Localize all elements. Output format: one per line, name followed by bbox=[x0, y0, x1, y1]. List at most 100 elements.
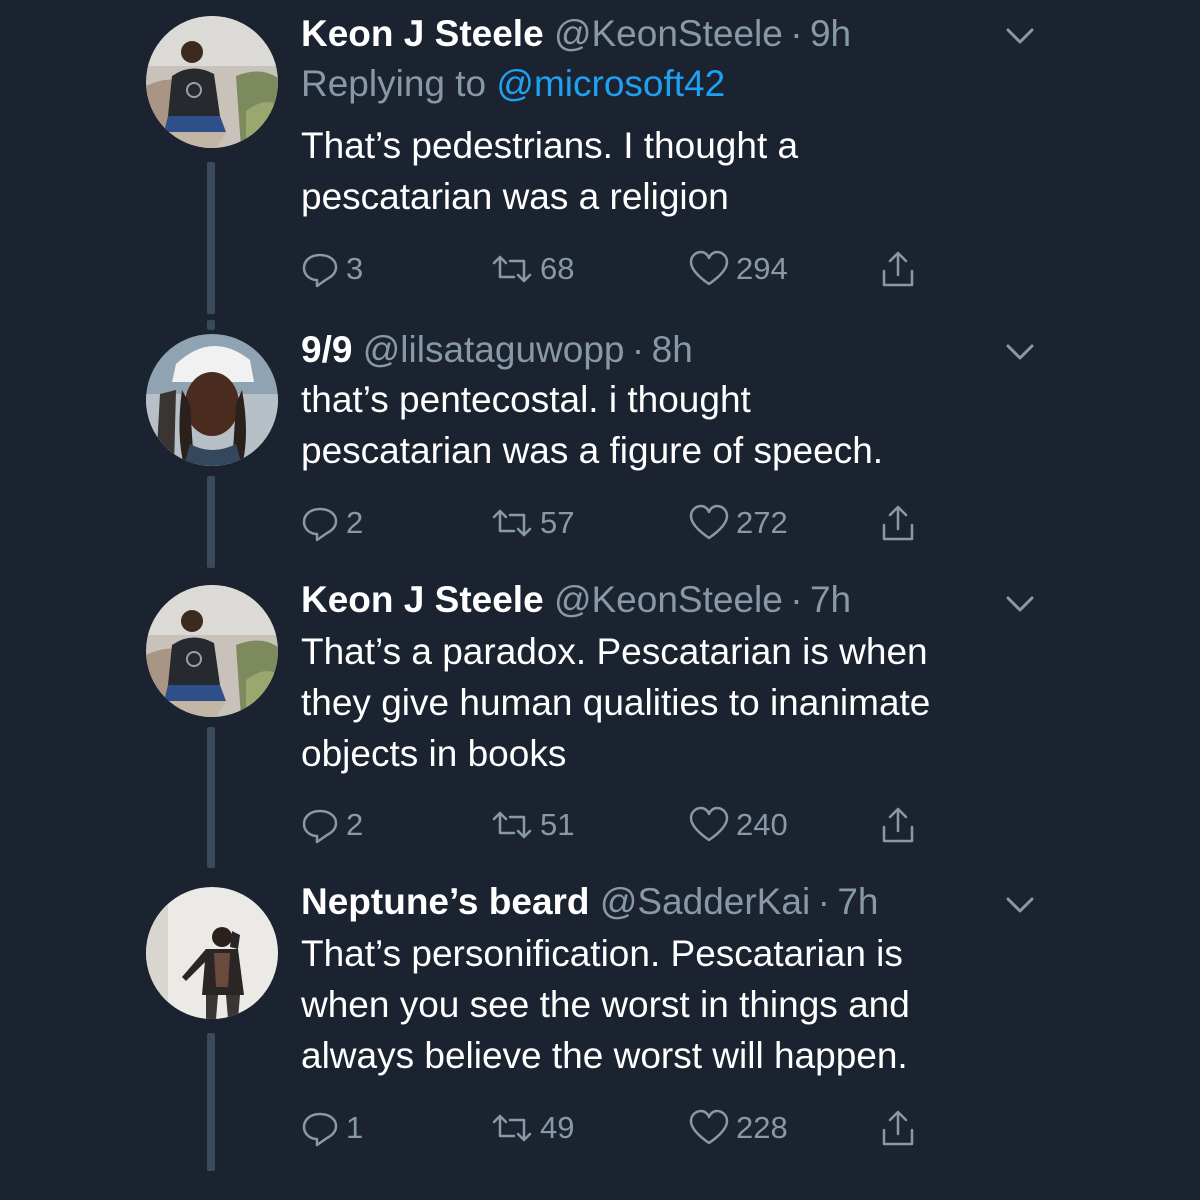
share-icon bbox=[882, 1110, 914, 1146]
tweet-actions: 2 51 240 bbox=[300, 803, 940, 847]
avatar[interactable] bbox=[146, 16, 278, 148]
tweet-text-line: that’s pentecostal. i thought bbox=[301, 379, 751, 420]
tweet-header: 9/9 @lilsataguwopp · 8h bbox=[301, 328, 693, 372]
retweet-icon bbox=[492, 255, 532, 283]
tweet-text: That’s pedestrians. I thought a pescatar… bbox=[301, 120, 1061, 222]
reply-button[interactable]: 3 bbox=[300, 247, 363, 291]
user-handle[interactable]: @KeonSteele bbox=[554, 579, 783, 620]
reply-button[interactable]: 1 bbox=[300, 1106, 363, 1150]
reply-count: 1 bbox=[346, 1110, 364, 1145]
chevron-down-icon[interactable] bbox=[1002, 592, 1038, 616]
retweet-icon bbox=[492, 1114, 532, 1142]
retweet-button[interactable]: 68 bbox=[490, 247, 574, 291]
thread-connector bbox=[207, 162, 215, 314]
timestamp[interactable]: 7h bbox=[837, 881, 878, 922]
like-count: 272 bbox=[736, 505, 788, 540]
reply-icon bbox=[302, 1112, 338, 1147]
tweet-header: Keon J Steele @KeonSteele · 7h bbox=[301, 578, 851, 622]
avatar[interactable] bbox=[146, 585, 278, 717]
timestamp[interactable]: 9h bbox=[810, 13, 851, 54]
user-handle[interactable]: @lilsataguwopp bbox=[363, 329, 625, 370]
keon-avatar-image bbox=[146, 16, 278, 148]
tweet-3[interactable]: Keon J Steele @KeonSteele · 7h That’s a … bbox=[0, 575, 1200, 875]
reply-count: 2 bbox=[346, 505, 364, 540]
tweet-actions: 1 49 228 bbox=[300, 1106, 940, 1150]
chevron-down-icon[interactable] bbox=[1002, 340, 1038, 364]
thread-connector bbox=[207, 727, 215, 868]
like-button[interactable]: 228 bbox=[688, 1106, 788, 1150]
reply-button[interactable]: 2 bbox=[300, 803, 363, 847]
user-handle[interactable]: @KeonSteele bbox=[554, 13, 783, 54]
separator: · bbox=[810, 881, 838, 922]
tweet-text-line: when you see the worst in things and bbox=[301, 984, 910, 1025]
tweet-text-line: That’s pedestrians. I thought a bbox=[301, 125, 799, 166]
retweet-button[interactable]: 51 bbox=[490, 803, 574, 847]
retweet-count: 68 bbox=[540, 251, 575, 286]
reply-icon bbox=[302, 507, 338, 542]
retweet-count: 57 bbox=[540, 505, 575, 540]
tweet-text-line: That’s personification. Pescatarian is bbox=[301, 933, 903, 974]
thread-connector-top bbox=[207, 320, 215, 330]
like-button[interactable]: 272 bbox=[688, 501, 788, 545]
lilsataguwopp-avatar-image bbox=[146, 334, 278, 466]
reply-button[interactable]: 2 bbox=[300, 501, 363, 545]
tweet-1[interactable]: Keon J Steele @KeonSteele · 9h Replying … bbox=[0, 0, 1200, 320]
heart-icon bbox=[689, 504, 729, 540]
tweet-text: That’s a paradox. Pescatarian is when th… bbox=[301, 626, 1061, 779]
mention-link[interactable]: @microsoft42 bbox=[496, 63, 725, 104]
display-name[interactable]: Neptune’s beard bbox=[301, 881, 590, 922]
tweet-header: Neptune’s beard @SadderKai · 7h bbox=[301, 880, 878, 924]
chevron-down-icon[interactable] bbox=[1002, 893, 1038, 917]
share-icon bbox=[882, 807, 914, 843]
thread-connector bbox=[207, 476, 215, 568]
retweet-button[interactable]: 57 bbox=[490, 501, 574, 545]
reply-count: 2 bbox=[346, 807, 364, 842]
tweet-text-line: pescatarian was a religion bbox=[301, 176, 729, 217]
tweet-text-line: objects in books bbox=[301, 733, 567, 774]
heart-icon bbox=[689, 250, 729, 286]
heart-icon bbox=[689, 1109, 729, 1145]
tweet-text-line: always believe the worst will happen. bbox=[301, 1035, 908, 1076]
like-count: 228 bbox=[736, 1110, 788, 1145]
share-button[interactable] bbox=[878, 803, 918, 847]
replying-to: Replying to @microsoft42 bbox=[301, 62, 725, 106]
like-button[interactable]: 294 bbox=[688, 247, 788, 291]
reply-count: 3 bbox=[346, 251, 364, 286]
retweet-icon bbox=[492, 509, 532, 537]
tweet-2[interactable]: 9/9 @lilsataguwopp · 8h that’s pentecost… bbox=[0, 320, 1200, 575]
reply-icon bbox=[302, 809, 338, 844]
separator: · bbox=[782, 579, 810, 620]
tweet-4[interactable]: Neptune’s beard @SadderKai · 7h That’s p… bbox=[0, 875, 1200, 1200]
tweet-text: that’s pentecostal. i thought pescataria… bbox=[301, 374, 1061, 476]
share-button[interactable] bbox=[878, 247, 918, 291]
share-icon bbox=[882, 505, 914, 541]
tweet-text-line: they give human qualities to inanimate bbox=[301, 682, 931, 723]
tweet-text-line: pescatarian was a figure of speech. bbox=[301, 430, 884, 471]
display-name[interactable]: 9/9 bbox=[301, 329, 352, 370]
retweet-count: 51 bbox=[540, 807, 575, 842]
retweet-button[interactable]: 49 bbox=[490, 1106, 574, 1150]
sadderkai-avatar-image bbox=[146, 887, 278, 1019]
share-button[interactable] bbox=[878, 1106, 918, 1150]
timestamp[interactable]: 8h bbox=[652, 329, 693, 370]
like-button[interactable]: 240 bbox=[688, 803, 788, 847]
display-name[interactable]: Keon J Steele bbox=[301, 13, 544, 54]
tweet-header: Keon J Steele @KeonSteele · 9h bbox=[301, 12, 851, 56]
retweet-icon bbox=[492, 811, 532, 839]
tweet-actions: 2 57 272 bbox=[300, 501, 940, 545]
chevron-down-icon[interactable] bbox=[1002, 24, 1038, 48]
timestamp[interactable]: 7h bbox=[810, 579, 851, 620]
avatar[interactable] bbox=[146, 334, 278, 466]
share-button[interactable] bbox=[878, 501, 918, 545]
keon-avatar-image bbox=[146, 585, 278, 717]
separator: · bbox=[624, 329, 652, 370]
avatar[interactable] bbox=[146, 887, 278, 1019]
separator: · bbox=[782, 13, 810, 54]
reply-icon bbox=[302, 253, 338, 288]
heart-icon bbox=[689, 806, 729, 842]
like-count: 240 bbox=[736, 807, 788, 842]
user-handle[interactable]: @SadderKai bbox=[600, 881, 810, 922]
share-icon bbox=[882, 251, 914, 287]
display-name[interactable]: Keon J Steele bbox=[301, 579, 544, 620]
thread-connector bbox=[207, 1033, 215, 1171]
